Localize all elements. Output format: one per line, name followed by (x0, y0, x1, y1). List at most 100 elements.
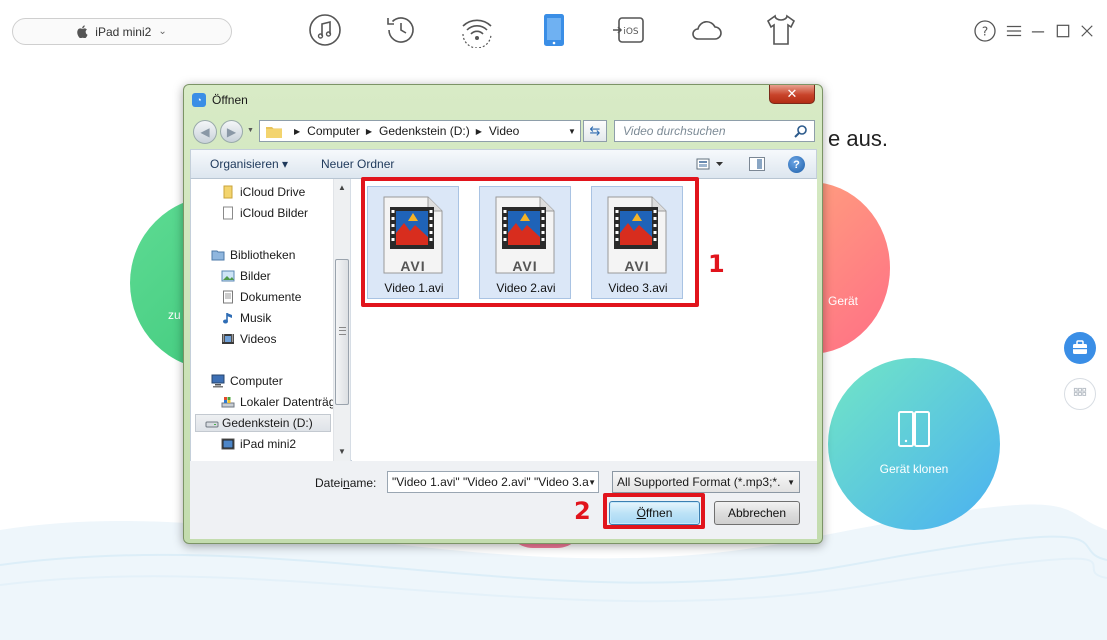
device-selector[interactable]: iPad mini2 ⌄ (12, 18, 232, 45)
forward-button[interactable]: ▶ (220, 120, 243, 143)
recent-locations-dropdown[interactable]: ▼ (247, 127, 254, 134)
minimize-button[interactable] (1030, 20, 1046, 42)
chevron-down-icon[interactable]: ▼ (787, 478, 795, 487)
wifi-nav-button[interactable] (460, 12, 494, 49)
app-logo-icon: ◔ (192, 93, 206, 107)
folder-icon (223, 185, 233, 199)
nav-item-label: iCloud Bilder (240, 206, 309, 220)
drive-icon (205, 421, 219, 428)
open-file-dialog: ◔ Öffnen ✕ ◀ ▶ ▼ ▶ Computer ▶ Gedenkstei… (183, 84, 823, 544)
toolkit-nav-button[interactable] (764, 12, 798, 48)
cancel-button[interactable]: Abbrechen (714, 501, 800, 525)
nav-item-gedenkstein[interactable]: Gedenkstein (D:) (195, 414, 331, 432)
help-icon[interactable]: ? (788, 156, 805, 173)
scroll-down-icon[interactable]: ▼ (334, 443, 350, 459)
filename-label-part: Datei (315, 476, 344, 490)
annotation-step-2: 2 (574, 497, 591, 525)
apps-grid-button[interactable] (1064, 378, 1096, 410)
scroll-up-icon[interactable]: ▲ (334, 179, 350, 195)
help-button[interactable]: ? (974, 20, 996, 42)
shirt-icon (766, 14, 796, 45)
nav-item-local-disk[interactable]: Lokaler Datenträger (221, 393, 349, 411)
nav-item-computer[interactable]: Computer (211, 372, 339, 390)
nav-item-bibliotheken[interactable]: Bibliotheken (211, 246, 339, 264)
arrow-right-icon: ▶ (226, 124, 237, 139)
ios-icon: iOS (613, 17, 644, 43)
scrollbar-thumb[interactable] (335, 259, 349, 405)
nav-scrollbar[interactable]: ▲ ▼ (333, 179, 350, 461)
nav-item-icloud-drive[interactable]: iCloud Drive (221, 183, 349, 201)
grid-icon (1073, 387, 1087, 396)
dialog-close-button[interactable]: ✕ (769, 85, 815, 104)
view-options-icon[interactable] (696, 157, 726, 171)
file-type-filter[interactable]: All Supported Format (*.mp3;*. ▼ (612, 471, 800, 493)
filename-label: Dateiname: (315, 476, 376, 490)
search-input[interactable]: Video durchsuchen (614, 120, 815, 142)
address-bar[interactable]: ▶ Computer ▶ Gedenkstein (D:) ▶ Video ▼ (259, 120, 581, 142)
preview-pane-icon[interactable] (749, 157, 765, 171)
filename-label-part: ame: (349, 476, 377, 490)
filename-label-accesskey: n (343, 476, 350, 490)
help-icon: ? (974, 20, 996, 42)
device-name: iPad mini2 (95, 24, 152, 39)
dialog-toolbar: Organisieren ▾ Neuer Ordner ? (190, 149, 817, 179)
navigation-pane: iCloud Drive iCloud Bilder Bibliotheken … (191, 179, 351, 461)
music-nav-button[interactable] (308, 12, 342, 48)
nav-item-icloud-bilder[interactable]: iCloud Bilder (221, 204, 349, 222)
cloud-icon (692, 21, 722, 40)
annotation-step-1: 1 (708, 250, 725, 278)
close-button[interactable] (1079, 20, 1095, 42)
new-folder-button[interactable]: Neuer Ordner (321, 157, 394, 171)
briefcase-icon (1073, 340, 1087, 354)
device-nav-button[interactable] (537, 12, 571, 48)
history-icon (387, 17, 414, 43)
nav-item-bilder[interactable]: Bilder (221, 267, 349, 285)
svg-text:iOS: iOS (623, 27, 639, 37)
menu-button[interactable] (1005, 20, 1023, 42)
nav-item-label: Gedenkstein (D:) (222, 416, 313, 430)
document-icon (223, 206, 233, 220)
breadcrumb-drive[interactable]: Gedenkstein (D:) (379, 124, 470, 138)
nav-item-label: Dokumente (240, 290, 302, 304)
toolbox-button[interactable] (1064, 332, 1096, 364)
scroll-grip-icon (339, 327, 346, 335)
address-dropdown-icon[interactable]: ▼ (564, 121, 580, 141)
nav-item-label: iCloud Drive (240, 185, 306, 199)
drive-icon (221, 397, 235, 408)
chevron-down-icon[interactable]: ▼ (588, 478, 596, 487)
nav-item-label: Bilder (240, 269, 271, 283)
filename-value: "Video 1.avi" "Video 2.avi" "Video 3.a (392, 475, 589, 489)
ios-nav-button[interactable]: iOS (612, 12, 646, 48)
nav-item-musik[interactable]: Musik (221, 309, 349, 327)
cloud-nav-button[interactable] (689, 12, 723, 48)
breadcrumb-computer[interactable]: Computer (307, 124, 360, 138)
breadcrumb-separator: ▶ (365, 126, 372, 136)
maximize-button[interactable] (1055, 20, 1071, 42)
device-icon (544, 14, 564, 46)
computer-icon (211, 374, 225, 388)
breadcrumb-separator: ▶ (475, 126, 482, 136)
music-icon (309, 14, 341, 46)
search-icon (794, 125, 807, 138)
nav-item-dokumente[interactable]: Dokumente (221, 288, 349, 306)
maximize-icon (1056, 24, 1070, 38)
refresh-icon: ⇆ (589, 123, 601, 138)
background-headline: e aus. (828, 126, 888, 151)
ipad-icon (221, 438, 235, 450)
chevron-down-icon: ⌄ (158, 26, 167, 37)
filename-input[interactable]: "Video 1.avi" "Video 2.avi" "Video 3.a ▼ (387, 471, 599, 493)
nav-item-label: iPad mini2 (240, 437, 297, 451)
history-nav-button[interactable] (384, 12, 418, 48)
nav-item-ipad[interactable]: iPad mini2 (221, 435, 349, 453)
refresh-button[interactable]: ⇆ (583, 120, 607, 142)
nav-item-videos[interactable]: Videos (221, 330, 349, 348)
feature-circle-coral-label: Gerät (828, 294, 859, 308)
organize-menu-button[interactable]: Organisieren ▾ (210, 157, 288, 171)
back-button[interactable]: ◀ (193, 120, 217, 144)
dialog-title: Öffnen (212, 93, 248, 107)
svg-text:?: ? (982, 25, 988, 39)
nav-item-label: Musik (240, 311, 272, 325)
wifi-icon (462, 19, 492, 49)
breadcrumb-video[interactable]: Video (489, 124, 519, 138)
music-note-icon (223, 313, 232, 324)
